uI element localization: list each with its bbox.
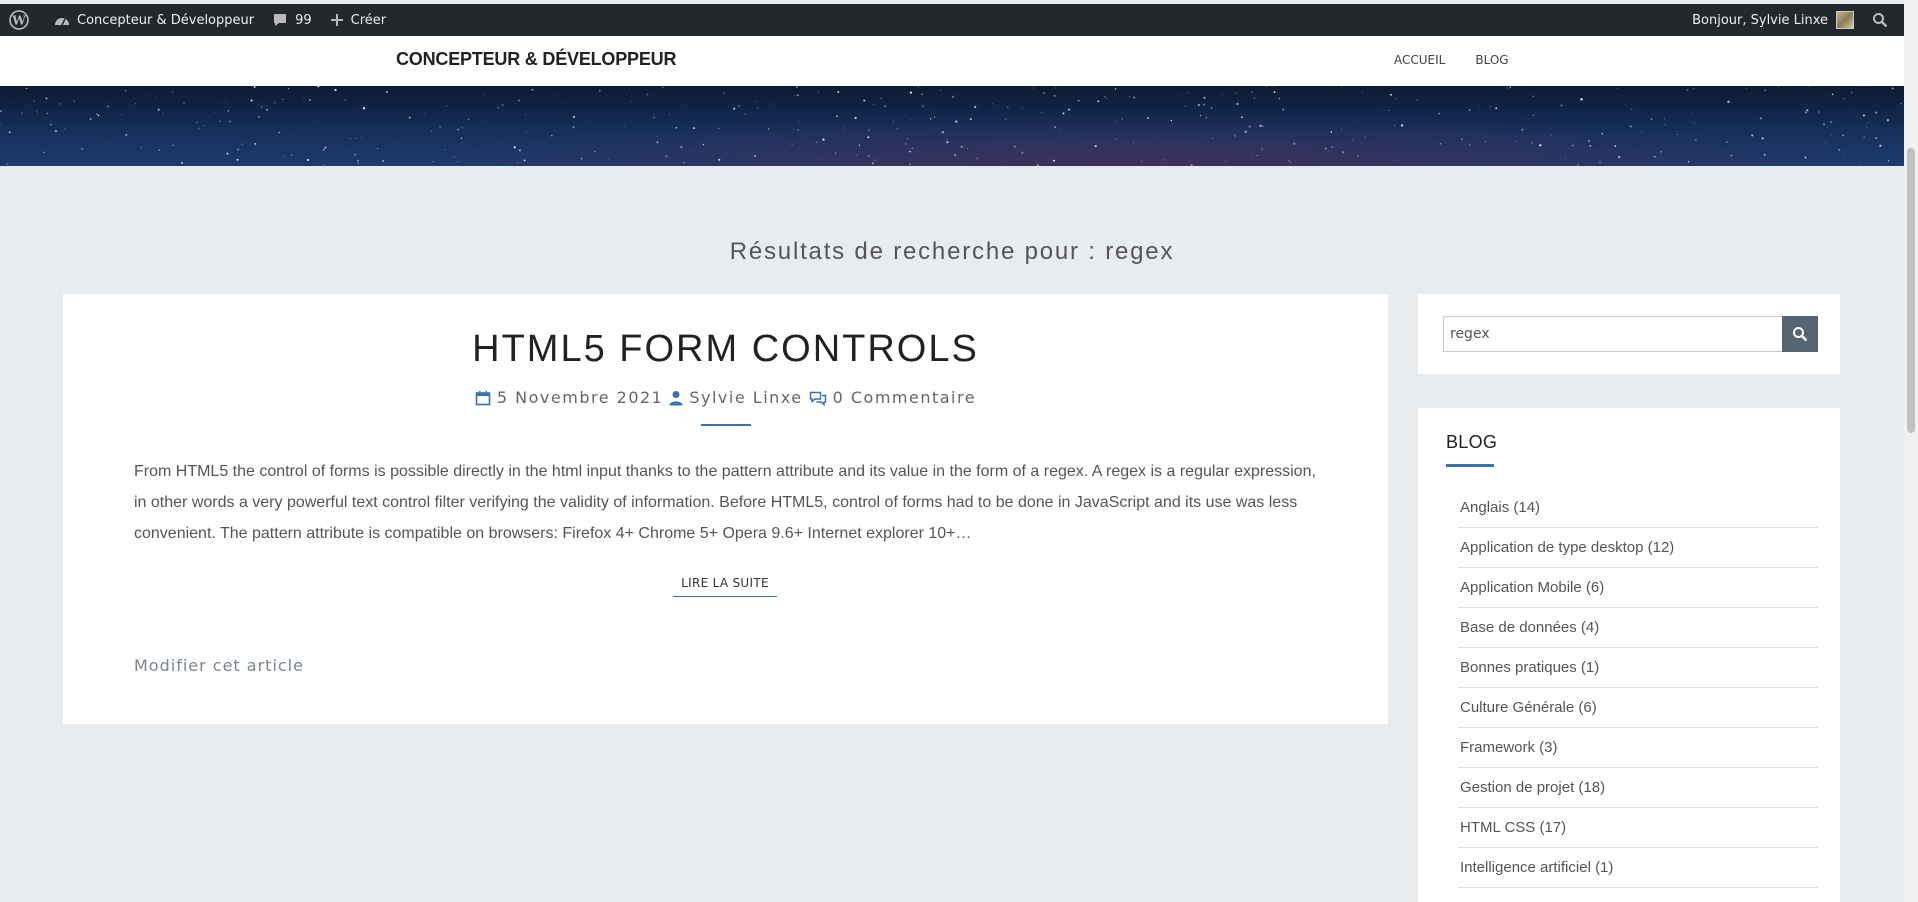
- post-author[interactable]: Sylvie Linxe: [689, 388, 802, 407]
- search-input[interactable]: [1443, 316, 1783, 352]
- comments-icon: [809, 391, 826, 406]
- admin-search-button[interactable]: [1863, 4, 1904, 36]
- site-name-link[interactable]: Concepteur & Développeur: [45, 4, 263, 36]
- category-item[interactable]: Application Mobile (6): [1458, 568, 1818, 608]
- page-scrollbar[interactable]: [1904, 0, 1918, 902]
- widget-title: BLOG: [1446, 432, 1498, 452]
- search-icon: [1793, 327, 1808, 342]
- category-item[interactable]: Anglais (14): [1458, 488, 1818, 528]
- account-menu[interactable]: Bonjour, Sylvie Linxe: [1683, 4, 1863, 36]
- blog-categories-widget: BLOG Anglais (14) Application de type de…: [1418, 408, 1840, 902]
- category-item[interactable]: HTML CSS (17): [1458, 808, 1818, 848]
- create-menu[interactable]: Créer: [321, 4, 395, 36]
- category-item[interactable]: Base de données (4): [1458, 608, 1818, 648]
- admin-bar: W Concepteur & Développeur 99 Créer Bonj…: [0, 4, 1904, 36]
- post-meta: 5 Novembre 2021 Sylvie Linxe 0 Commentai…: [63, 388, 1388, 407]
- edit-post-link[interactable]: Modifier cet article: [134, 656, 304, 675]
- user-icon: [669, 390, 683, 405]
- read-more-button[interactable]: LIRE LA SUITE: [673, 576, 777, 597]
- post-title[interactable]: HTML5 FORM CONTROLS: [63, 328, 1388, 371]
- search-icon: [1873, 13, 1888, 28]
- post-excerpt: From HTML5 the control of forms is possi…: [134, 463, 1316, 542]
- nav-item-accueil[interactable]: ACCUEIL: [1394, 53, 1445, 67]
- category-item[interactable]: Intelligence artificiel (1): [1458, 848, 1818, 888]
- scrollbar-thumb[interactable]: [1907, 148, 1915, 433]
- svg-text:W: W: [11, 14, 26, 28]
- meta-divider: [701, 424, 751, 426]
- category-list: Anglais (14) Application de type desktop…: [1458, 488, 1818, 888]
- plus-icon: [330, 14, 343, 26]
- post-date[interactable]: 5 Novembre 2021: [497, 388, 663, 407]
- comments-count: 99: [295, 12, 312, 28]
- category-item[interactable]: Bonnes pratiques (1): [1458, 648, 1818, 688]
- site-name-label: Concepteur & Développeur: [77, 12, 255, 28]
- comments-link[interactable]: 99: [263, 4, 321, 36]
- wordpress-logo-button[interactable]: W: [0, 4, 45, 36]
- category-item[interactable]: Gestion de projet (18): [1458, 768, 1818, 808]
- avatar: [1836, 11, 1854, 29]
- site-brand[interactable]: CONCEPTEUR & DÉVELOPPEUR: [396, 49, 676, 70]
- comment-bubble-icon: [274, 14, 287, 26]
- site-header: CONCEPTEUR & DÉVELOPPEUR ACCUEIL BLOG: [0, 36, 1904, 86]
- post-card: HTML5 FORM CONTROLS 5 Novembre 2021 Sylv…: [63, 294, 1388, 724]
- category-item[interactable]: Framework (3): [1458, 728, 1818, 768]
- search-widget: [1418, 294, 1840, 374]
- wordpress-icon: W: [9, 10, 29, 30]
- calendar-icon: [475, 390, 491, 405]
- starfield-decoration: [0, 86, 1902, 166]
- create-label: Créer: [350, 12, 387, 28]
- header-banner-image: [0, 86, 1904, 166]
- nav-item-blog[interactable]: BLOG: [1475, 53, 1508, 67]
- dashboard-icon: [55, 18, 69, 26]
- search-results-heading: Résultats de recherche pour : regex: [729, 238, 1175, 265]
- main-nav: ACCUEIL BLOG: [1394, 53, 1509, 67]
- greeting-text: Bonjour, Sylvie Linxe: [1692, 12, 1828, 28]
- search-submit-button[interactable]: [1782, 316, 1818, 352]
- widget-title-underline: [1446, 464, 1494, 467]
- category-item[interactable]: Culture Générale (6): [1458, 688, 1818, 728]
- post-comments-link[interactable]: 0 Commentaire: [833, 388, 976, 407]
- category-item[interactable]: Application de type desktop (12): [1458, 528, 1818, 568]
